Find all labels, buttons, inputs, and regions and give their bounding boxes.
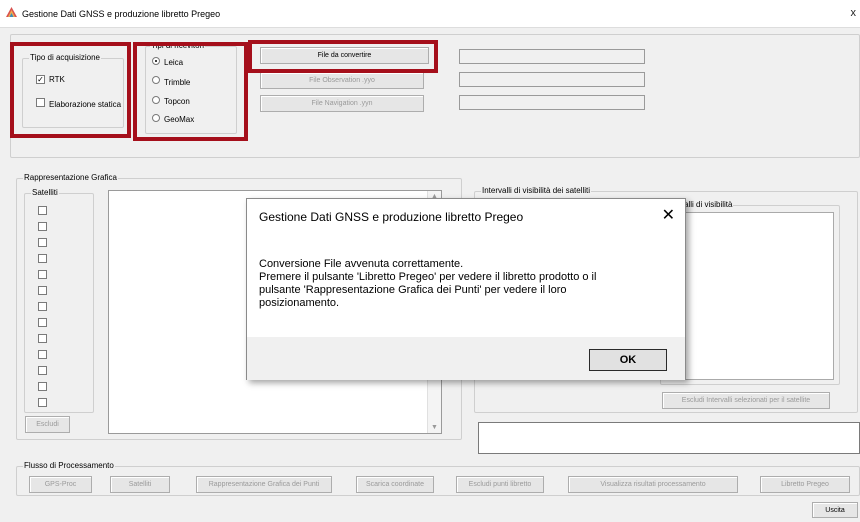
dialog-close-icon[interactable]: ✕ bbox=[662, 205, 675, 225]
visibility-intervals-list[interactable] bbox=[666, 212, 834, 380]
pregeo-booklet-button[interactable]: Libretto Pregeo bbox=[760, 476, 850, 493]
message-dialog: Gestione Dati GNSS e produzione libretto… bbox=[246, 198, 686, 380]
highlight-acquisition bbox=[10, 42, 131, 138]
satellite-checkbox[interactable] bbox=[38, 350, 47, 359]
download-coordinates-button[interactable]: Scarica coordinate bbox=[356, 476, 434, 493]
exclude-points-button[interactable]: Escludi punti libretto bbox=[456, 476, 544, 493]
title-bar: Gestione Dati GNSS e produzione libretto… bbox=[0, 0, 860, 28]
satellites-legend: Satelliti bbox=[31, 188, 59, 197]
satellite-checkbox[interactable] bbox=[38, 238, 47, 247]
convert-file-field[interactable] bbox=[459, 49, 645, 64]
satellites-button[interactable]: Satelliti bbox=[110, 476, 170, 493]
dialog-message-line: pulsante 'Rappresentazione Grafica dei P… bbox=[259, 284, 567, 296]
satellite-checkbox[interactable] bbox=[38, 254, 47, 263]
dialog-message-line: Premere il pulsante 'Libretto Pregeo' pe… bbox=[259, 271, 597, 283]
gps-proc-button[interactable]: GPS-Proc bbox=[29, 476, 92, 493]
view-results-button[interactable]: Visualizza risultati processamento bbox=[568, 476, 738, 493]
visibility-legend: Intervalli di visibilità dei satelliti bbox=[481, 186, 592, 195]
satellite-checkbox[interactable] bbox=[38, 302, 47, 311]
ok-button[interactable]: OK bbox=[589, 349, 667, 371]
exclude-button[interactable]: Escludi bbox=[25, 416, 70, 433]
dialog-message: Conversione File avvenuta correttamente.… bbox=[259, 258, 596, 310]
satellite-checkbox[interactable] bbox=[38, 366, 47, 375]
highlight-receivers bbox=[133, 42, 248, 141]
status-field[interactable] bbox=[478, 422, 860, 454]
highlight-convert bbox=[248, 40, 438, 73]
satellite-checkbox[interactable] bbox=[38, 206, 47, 215]
exclude-intervals-button[interactable]: Escludi Intervalli selezionati per il sa… bbox=[662, 392, 830, 409]
dialog-message-line: Conversione File avvenuta correttamente. bbox=[259, 258, 464, 270]
satellite-checkbox[interactable] bbox=[38, 398, 47, 407]
graphic-representation-legend: Rappresentazione Grafica bbox=[23, 173, 118, 182]
satellite-checkbox[interactable] bbox=[38, 382, 47, 391]
exit-button[interactable]: Uscita bbox=[812, 502, 858, 518]
graphic-points-button[interactable]: Rappresentazione Grafica dei Punti bbox=[196, 476, 332, 493]
processing-flow-legend: Flusso di Processamento bbox=[23, 461, 115, 470]
satellite-checkbox[interactable] bbox=[38, 286, 47, 295]
dialog-message-line: posizionamento. bbox=[259, 297, 340, 309]
satellite-checkbox[interactable] bbox=[38, 334, 47, 343]
satellite-checkbox[interactable] bbox=[38, 318, 47, 327]
satellites-group: Satelliti bbox=[24, 188, 94, 413]
navigation-file-button[interactable]: File Navigation .yyn bbox=[260, 95, 424, 112]
window-title: Gestione Dati GNSS e produzione libretto… bbox=[22, 9, 221, 19]
app-icon bbox=[6, 7, 17, 17]
observation-file-button[interactable]: File Observation .yyo bbox=[260, 72, 424, 89]
satellite-checkbox[interactable] bbox=[38, 222, 47, 231]
window-close-icon[interactable]: x bbox=[851, 7, 857, 19]
navigation-file-field[interactable] bbox=[459, 95, 645, 110]
dialog-title: Gestione Dati GNSS e produzione libretto… bbox=[259, 210, 524, 224]
observation-file-field[interactable] bbox=[459, 72, 645, 87]
satellite-checkbox[interactable] bbox=[38, 270, 47, 279]
scroll-down-icon[interactable]: ▼ bbox=[431, 424, 438, 431]
